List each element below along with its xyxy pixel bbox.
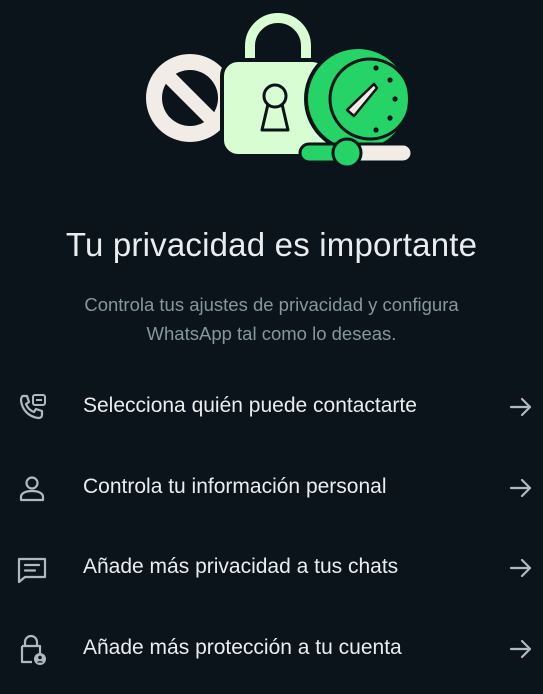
option-contact[interactable]: Selecciona quién puede contactarte [0, 366, 543, 447]
arrow-right-icon [509, 478, 532, 497]
option-chat-privacy[interactable]: Añade más privacidad a tus chats [0, 527, 543, 608]
option-personal-info[interactable]: Controla tu información personal [0, 447, 543, 528]
option-label: Añade más privacidad a tus chats [83, 555, 399, 578]
privacy-screen: Tu privacidad es importante Controla tus… [0, 0, 543, 694]
option-label: Selecciona quién puede contactarte [83, 394, 417, 417]
page-title: Tu privacidad es importante [65, 226, 478, 263]
arrow-right-icon [509, 397, 532, 417]
gauge-icon [304, 45, 412, 153]
option-label: Añade más protección a tu cuenta [83, 635, 402, 659]
toggle-slider-icon [298, 137, 414, 169]
arrow-right-icon [509, 558, 532, 578]
lock-account-icon [20, 634, 46, 665]
privacy-options-list: Selecciona quién puede contactarte Contr… [0, 366, 543, 688]
option-account-protection[interactable]: Añade más protección a tu cuenta [0, 608, 543, 689]
person-icon [19, 475, 45, 501]
chat-icon [17, 557, 47, 584]
page-subtitle: Controla tus ajustes de privacidad y con… [84, 294, 459, 344]
arrow-right-icon [509, 639, 532, 658]
phone-contact-icon [19, 394, 46, 420]
option-label: Controla tu información personal [83, 474, 387, 498]
privacy-illustration-icon [142, 10, 414, 169]
